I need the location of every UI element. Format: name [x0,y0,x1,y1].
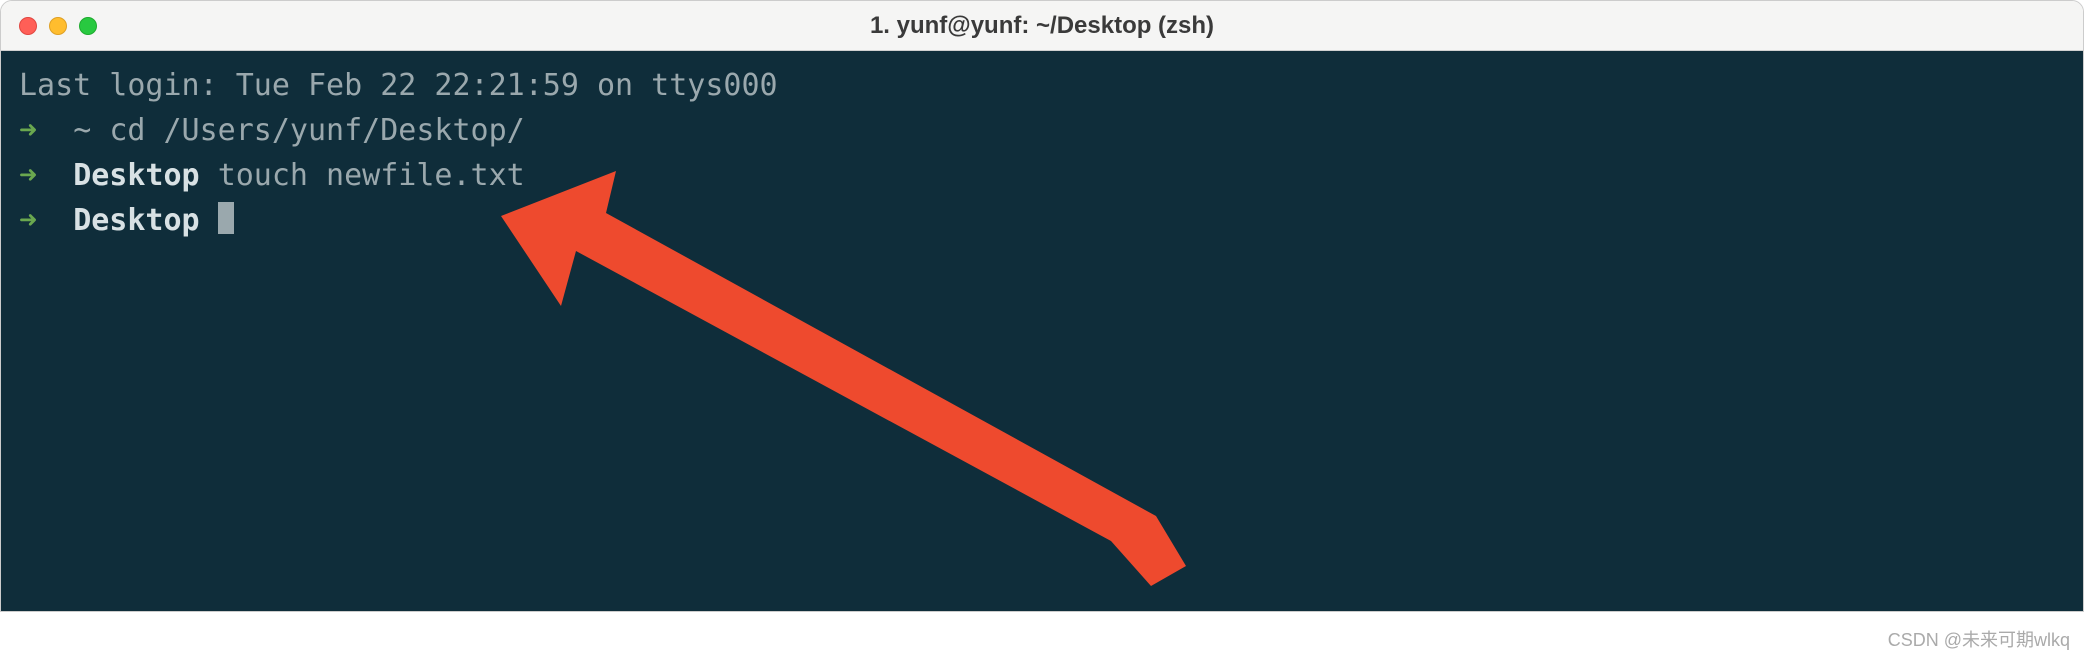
maximize-icon[interactable] [79,17,97,35]
terminal-window: 1. yunf@yunf: ~/Desktop (zsh) Last login… [0,0,2084,612]
prompt-arrow-icon: ➜ [19,113,37,148]
window-titlebar[interactable]: 1. yunf@yunf: ~/Desktop (zsh) [1,1,2083,51]
prompt-line: ➜ Desktop touch newfile.txt [19,153,2065,198]
terminal-content[interactable]: Last login: Tue Feb 22 22:21:59 on ttys0… [1,51,2083,611]
terminal-cursor [218,202,234,234]
traffic-lights [19,17,97,35]
window-title: 1. yunf@yunf: ~/Desktop (zsh) [870,12,1214,40]
close-icon[interactable] [19,17,37,35]
cwd-text: Desktop [73,158,199,193]
command-text: touch newfile.txt [218,158,525,193]
prompt-line: ➜ Desktop [19,198,2065,243]
cwd-text: Desktop [73,203,199,238]
last-login-text: Last login: Tue Feb 22 22:21:59 on ttys0… [19,63,2065,108]
prompt-arrow-icon: ➜ [19,158,37,193]
watermark-text: CSDN @未来可期wlkq [1888,626,2070,652]
prompt-arrow-icon: ➜ [19,203,37,238]
cwd-text: ~ [73,113,91,148]
command-text: cd /Users/yunf/Desktop/ [109,113,524,148]
prompt-line: ➜ ~ cd /Users/yunf/Desktop/ [19,108,2065,153]
minimize-icon[interactable] [49,17,67,35]
